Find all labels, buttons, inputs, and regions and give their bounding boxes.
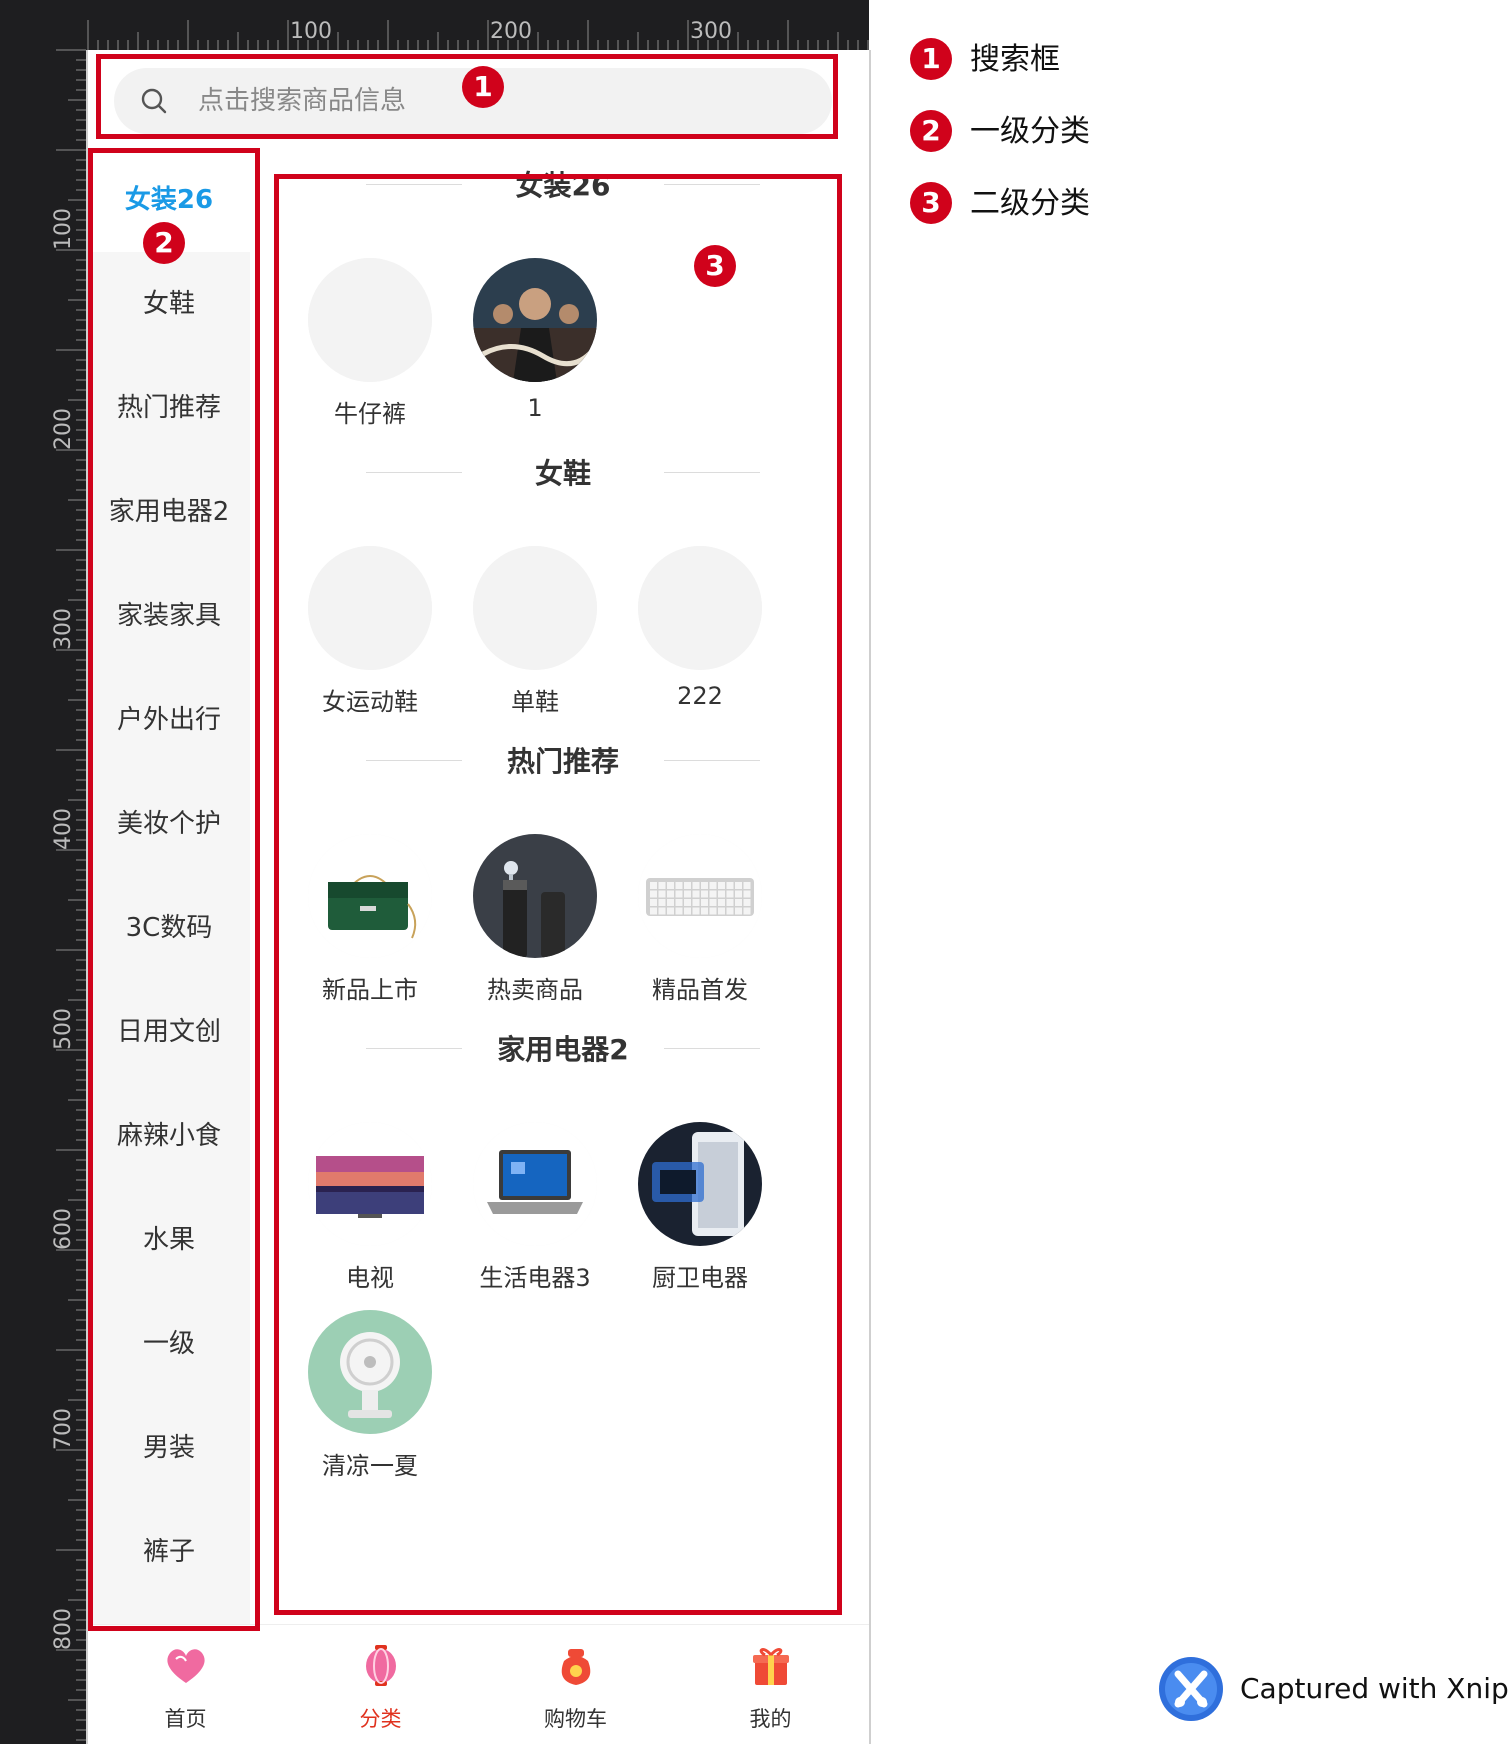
ruler-label: 800 <box>51 1608 76 1650</box>
tab-label: 购物车 <box>544 1707 607 1731</box>
annotation-box-primary-category <box>88 148 260 1631</box>
tab-label: 首页 <box>164 1707 207 1731</box>
ruler-label: 600 <box>51 1208 76 1250</box>
legend-badge: 2 <box>910 110 952 152</box>
watermark-text: Captured with Xnip <box>1240 1672 1509 1705</box>
lantern-category-icon <box>366 1645 396 1686</box>
annotation-badge-1: 1 <box>462 66 504 108</box>
legend-badge: 1 <box>910 38 952 80</box>
heart-home-icon <box>167 1649 205 1683</box>
tab-bar: 首页 分类 购物车 我的 <box>88 1624 869 1744</box>
annotation-badge-3: 3 <box>694 245 736 287</box>
ruler-label: 300 <box>51 608 76 650</box>
tab-label: 我的 <box>749 1707 792 1731</box>
ruler-left-ticks: 100 200 300 400 500 600 700 800 <box>51 49 86 1741</box>
xnip-watermark: Captured with Xnip <box>1158 1654 1509 1724</box>
legend-text: 二级分类 <box>970 186 1090 221</box>
ruler-label: 700 <box>51 1408 76 1450</box>
ruler-top-ticks: 100 200 300 <box>87 19 869 50</box>
tab-label: 分类 <box>359 1707 402 1731</box>
xnip-logo-icon <box>1159 1657 1223 1721</box>
ruler-left: 100 200 300 400 500 600 700 800 <box>0 0 86 1744</box>
ruler-label: 200 <box>51 408 76 450</box>
tab-item[interactable]: 首页 <box>88 1625 283 1744</box>
legend-text: 搜索框 <box>970 42 1060 77</box>
ruler-label: 500 <box>51 1008 76 1050</box>
gift-profile-icon <box>753 1648 789 1685</box>
ruler-top: 100 200 300 <box>0 0 869 50</box>
legend-badge: 3 <box>910 182 952 224</box>
ruler-label: 100 <box>290 19 332 44</box>
ruler-label: 400 <box>51 808 76 850</box>
annotation-badge-2: 2 <box>143 222 185 264</box>
legend-text: 一级分类 <box>970 114 1090 149</box>
tab-item[interactable]: 分类 <box>283 1625 478 1744</box>
annotation-box-secondary-category <box>274 174 842 1615</box>
ruler-label: 300 <box>690 19 732 44</box>
money-bag-cart-icon <box>561 1649 591 1685</box>
ruler-label: 100 <box>51 208 76 250</box>
ruler-label: 200 <box>490 19 532 44</box>
tab-item[interactable]: 我的 <box>673 1625 868 1744</box>
tab-item[interactable]: 购物车 <box>478 1625 673 1744</box>
